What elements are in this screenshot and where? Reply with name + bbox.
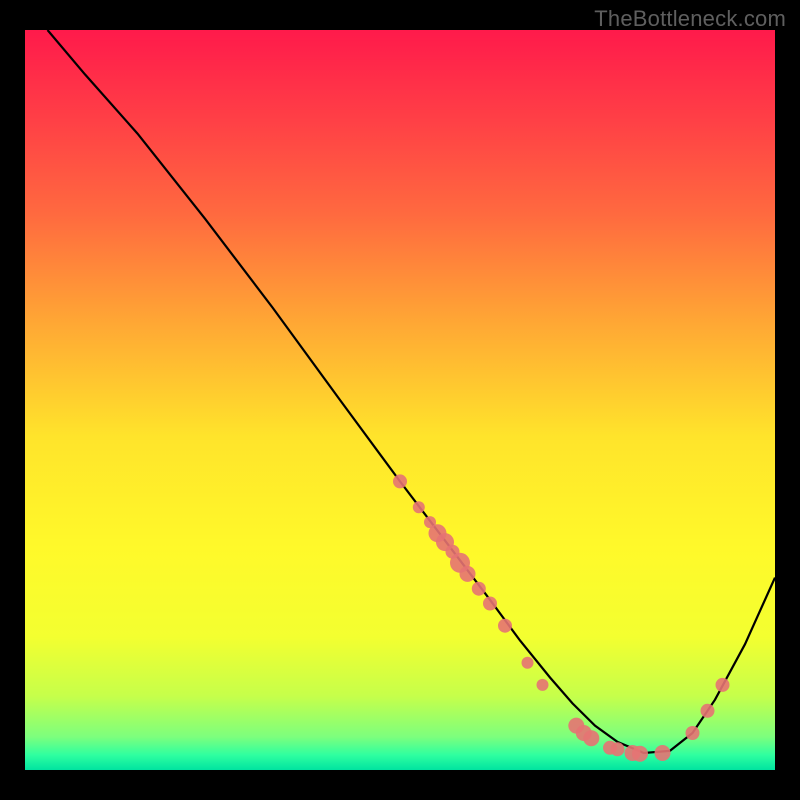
chart-svg (25, 30, 775, 770)
app-root: TheBottleneck.com (0, 0, 800, 800)
chart-background (25, 30, 775, 770)
data-point (632, 746, 648, 762)
data-point (655, 745, 671, 761)
watermark-text: TheBottleneck.com (594, 6, 786, 32)
data-point (460, 566, 476, 582)
data-point (483, 597, 497, 611)
data-point (537, 679, 549, 691)
data-point (716, 678, 730, 692)
data-point (583, 730, 599, 746)
data-point (413, 501, 425, 513)
data-point (522, 657, 534, 669)
data-point (686, 726, 700, 740)
data-point (393, 474, 407, 488)
data-point (611, 742, 625, 756)
plot-area (25, 30, 775, 770)
data-point (701, 704, 715, 718)
data-point (498, 619, 512, 633)
data-point (472, 582, 486, 596)
